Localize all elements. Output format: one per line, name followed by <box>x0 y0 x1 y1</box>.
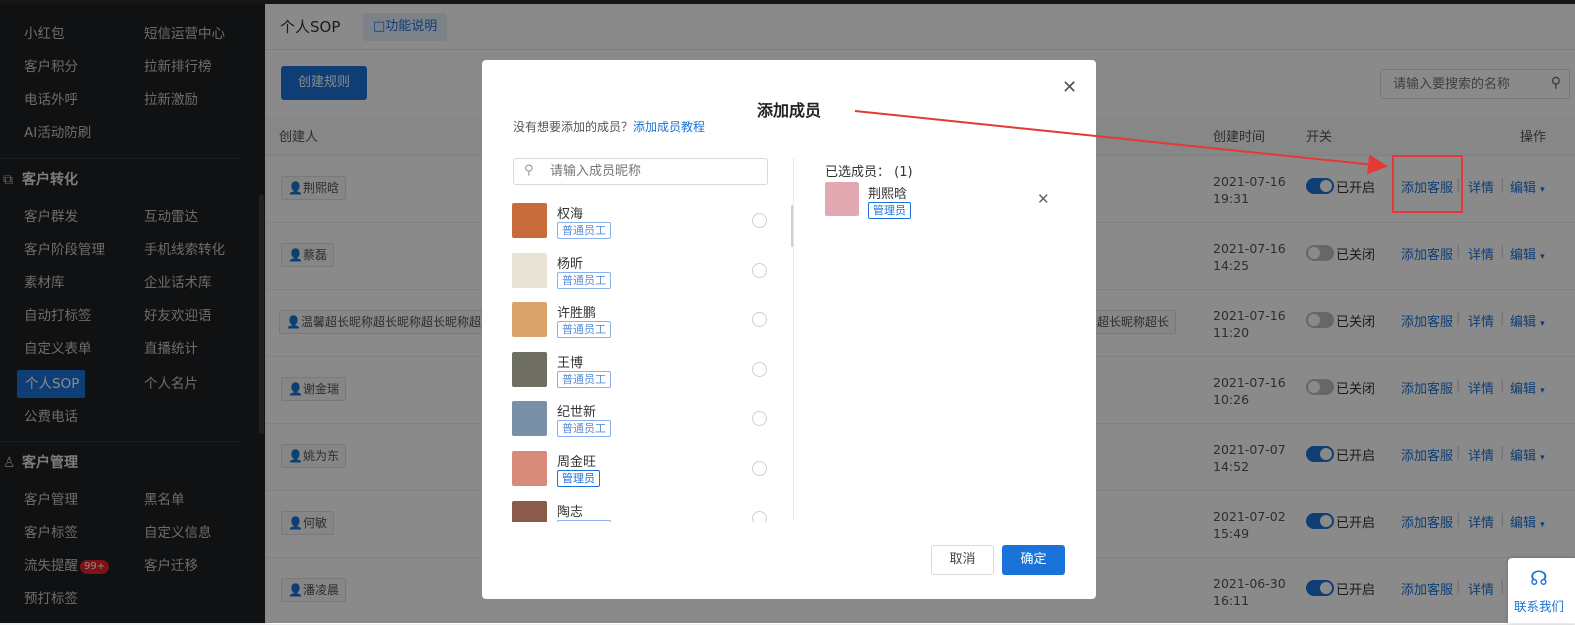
role-badge: 普通员工 <box>557 519 611 522</box>
member-list: 权海 普通员工 杨昕 普通员工 许胜鹏 普通员工 王博 普通员工 纪世新 普通员工 周金旺 管理员 陶志… <box>512 200 792 522</box>
remove-icon[interactable]: ✕ <box>1037 190 1050 208</box>
role-badge: 普通员工 <box>557 420 611 438</box>
member-item[interactable]: 陶志普通员工 <box>512 498 782 522</box>
avatar <box>512 351 547 387</box>
member-item[interactable]: 许胜鹏 普通员工 <box>512 299 782 345</box>
member-name: 许胜鹏 <box>557 306 597 322</box>
member-search-input[interactable] <box>548 163 748 180</box>
contact-us-button[interactable]: ☊ 联系我们 <box>1508 558 1575 623</box>
select-radio[interactable] <box>752 312 767 328</box>
member-name: 周金旺 <box>557 455 597 470</box>
member-item[interactable]: 周金旺 管理员 <box>512 448 782 494</box>
add-member-tutorial-link[interactable]: 添加成员教程 <box>633 120 705 134</box>
headset-icon: ☊ <box>1530 566 1548 590</box>
avatar <box>512 302 547 338</box>
contact-label: 联系我们 <box>1514 599 1565 614</box>
cancel-button[interactable]: 取消 <box>931 545 994 575</box>
member-name: 王博 <box>557 355 584 371</box>
close-icon[interactable]: ✕ <box>1062 77 1077 98</box>
role-badge: 普通员工 <box>557 222 611 239</box>
hint-text: 没有想要添加的成员？ <box>513 120 634 134</box>
selected-label: 已选成员： <box>825 165 891 180</box>
selected-count: (1) <box>894 165 913 180</box>
add-member-dialog: 添加成员 ✕ 没有想要添加的成员？添加成员教程 ⚲ 权海普通员工杨昕普通员工许胜… <box>482 60 1096 599</box>
avatar <box>512 451 547 486</box>
member-item[interactable]: 杨昕 普通员工 <box>512 250 782 296</box>
avatar <box>512 500 547 522</box>
select-radio[interactable] <box>752 461 767 476</box>
member-item[interactable]: 王博 普通员工 <box>512 349 782 395</box>
avatar <box>512 401 547 437</box>
select-radio[interactable] <box>752 361 767 377</box>
search-icon: ⚲ <box>524 163 534 178</box>
role-badge: 普通员工 <box>557 370 611 388</box>
dialog-hint: 没有想要添加的成员？添加成员教程 <box>513 118 705 135</box>
confirm-button[interactable]: 确定 <box>1002 545 1065 575</box>
member-name: 陶志 <box>557 504 584 520</box>
annotation-highlight-box <box>1392 155 1463 213</box>
member-item[interactable]: 纪世新 普通员工 <box>512 398 782 444</box>
member-item[interactable]: 权海 普通员工 <box>512 200 782 246</box>
select-radio[interactable] <box>752 510 767 522</box>
select-radio[interactable] <box>752 213 767 228</box>
avatar <box>825 182 859 216</box>
role-badge: 管理员 <box>557 470 600 487</box>
role-badge: 普通员工 <box>557 321 611 339</box>
selected-title: 已选成员： (1) <box>825 161 913 180</box>
role-badge: 普通员工 <box>557 271 611 289</box>
avatar <box>512 252 547 288</box>
member-name: 纪世新 <box>557 405 597 421</box>
dialog-divider <box>793 158 794 520</box>
member-name: 杨昕 <box>557 256 584 272</box>
role-badge: 管理员 <box>868 202 911 219</box>
select-radio[interactable] <box>752 411 767 427</box>
member-search[interactable]: ⚲ <box>513 158 768 185</box>
selected-member: 荆熙晗 管理员 ✕ <box>825 182 1065 222</box>
avatar <box>512 203 547 238</box>
select-radio[interactable] <box>752 262 767 278</box>
member-name: 权海 <box>557 207 584 222</box>
member-name: 荆熙晗 <box>868 187 908 202</box>
